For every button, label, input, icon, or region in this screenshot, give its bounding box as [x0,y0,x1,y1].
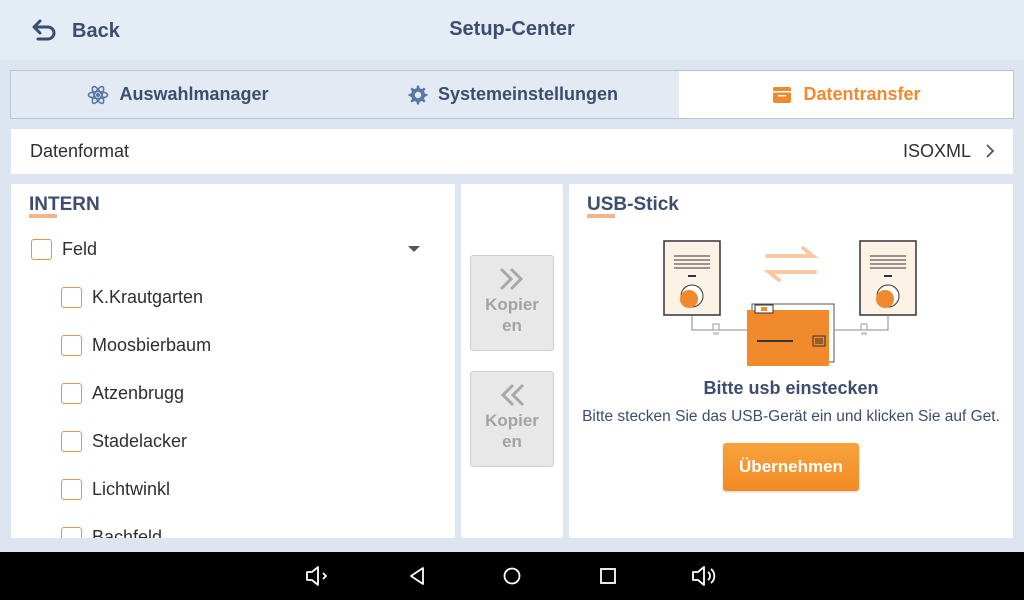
nav-recents-icon[interactable] [594,564,622,588]
nav-home-icon[interactable] [498,564,526,588]
checkbox[interactable] [61,430,82,452]
tree-item[interactable]: Atzenbrugg [61,381,184,405]
caret-down-icon[interactable] [407,245,421,253]
checkbox[interactable] [61,478,82,500]
tab-datentransfer[interactable]: Datentransfer [679,71,1013,118]
data-format-label: Datenformat [30,141,130,161]
nav-back-icon[interactable] [403,564,431,588]
data-format-value: ISOXML [902,141,971,161]
volume-up-icon[interactable] [690,564,718,588]
tab-systemeinstellungen[interactable]: Systemeinstellungen [345,71,679,118]
gear-icon [408,85,428,104]
system-nav-bar [0,552,1024,600]
tree-item-label: Moosbierbaum [92,334,212,355]
tab-bar: Auswahlmanager Systemeinstellungen Daten… [10,70,1014,119]
checkbox[interactable] [61,334,82,356]
tree-item[interactable]: Bachfeld [61,525,162,538]
usb-panel: USB-Stick Bitte usb einstecken Bitte ste… [569,184,1013,538]
tree-item[interactable]: Stadelacker [61,429,187,453]
usb-connect-illustration [663,240,917,366]
tree-root-feld[interactable]: Feld [31,237,97,261]
intern-panel: INTERN Feld K.Krautgarten Moosbierbaum A… [11,184,455,538]
data-format-row[interactable]: Datenformat ISOXML [11,129,1013,174]
double-chevron-left-icon [500,383,525,407]
checkbox[interactable] [31,238,52,260]
tree-item-label: Bachfeld [92,526,163,539]
usb-title: USB-Stick [587,194,679,218]
chevron-right-icon [986,144,995,158]
copy-panel: Kopieren Kopieren [461,184,563,538]
tab-systemeinstellungen-label: Systemeinstellungen [437,84,619,104]
double-chevron-right-icon [499,267,524,291]
tree-item[interactable]: K.Krautgarten [61,285,203,309]
header-bar: Back Setup-Center [0,0,1024,60]
tree-item[interactable]: Lichtwinkl [61,477,170,501]
usb-status-text: Bitte stecken Sie das USB-Gerät ein und … [582,408,1000,425]
copy-to-usb-button[interactable]: Kopieren [470,255,554,351]
intern-title: INTERN [29,194,100,218]
tree-item-label: Lichtwinkl [92,478,171,499]
tab-auswahlmanager-label: Auswahlmanager [119,84,269,104]
copy-to-intern-label: Kopieren [485,411,539,451]
tab-auswahlmanager[interactable]: Auswahlmanager [11,71,345,118]
usb-status-title: Bitte usb einstecken [703,378,879,398]
checkbox[interactable] [61,286,82,308]
tree-item-label: Stadelacker [92,430,188,451]
tree-item-label: Atzenbrugg [92,382,185,403]
tree-root-label: Feld [62,238,98,259]
folder-icon [773,86,792,103]
checkbox[interactable] [61,526,82,538]
page-title: Setup-Center [449,18,575,40]
copy-to-usb-label: Kopieren [485,295,539,335]
checkbox[interactable] [61,382,82,404]
atom-icon [88,85,109,104]
tree-item[interactable]: Moosbierbaum [61,333,211,357]
tree-item-label: K.Krautgarten [92,286,204,307]
apply-button[interactable]: Übernehmen [723,443,859,491]
copy-to-intern-button[interactable]: Kopieren [470,371,554,467]
volume-down-icon[interactable] [304,564,332,588]
tab-datentransfer-label: Datentransfer [803,84,921,104]
